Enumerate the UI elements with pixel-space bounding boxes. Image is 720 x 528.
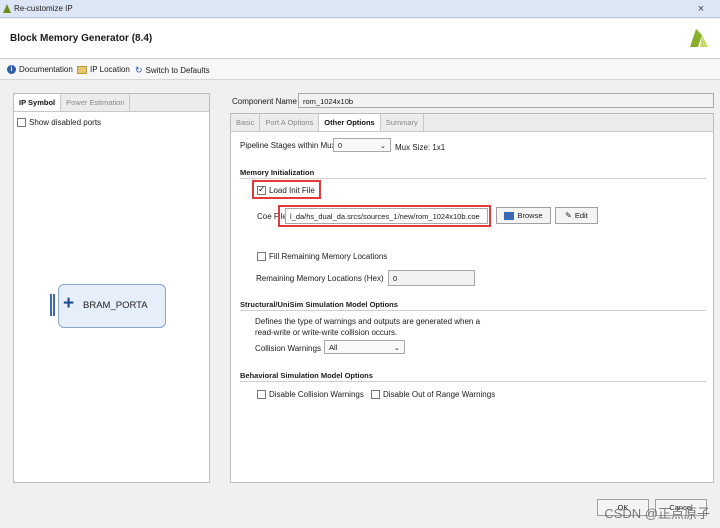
disable-collision-checkbox[interactable] [257,390,266,399]
tab-summary[interactable]: Summary [381,114,424,131]
mux-size-label: Mux Size: 1x1 [395,143,446,152]
tab-basic[interactable]: Basic [231,114,261,131]
disable-range-row[interactable]: Disable Out of Range Warnings [371,390,495,399]
switch-defaults-label: Switch to Defaults [145,66,210,75]
structural-title: Structural/UniSim Simulation Model Optio… [240,300,398,309]
collision-warnings-select[interactable]: All ⌄ [324,340,405,354]
tab-power-estimation[interactable]: Power Estimation [61,94,131,111]
memory-init-title: Memory Initialization [240,168,315,177]
coe-file-input[interactable]: l_da/hs_dual_da.srcs/sources_1/new/rom_1… [285,208,488,224]
pipeline-label: Pipeline Stages within Mux [240,141,336,150]
chevron-down-icon: ⌄ [393,342,400,352]
documentation-label: Documentation [19,65,73,74]
show-disabled-ports-row[interactable]: Show disabled ports [17,118,101,127]
pipeline-value: 0 [338,140,343,150]
refresh-icon: ↻ [135,65,143,75]
port-bus-lines [50,294,55,316]
watermark: CSDN @正点原子 [604,506,710,521]
show-disabled-ports-checkbox[interactable] [17,118,26,127]
window-titlebar: Re-customize IP × [0,0,720,18]
tab-ip-symbol[interactable]: IP Symbol [14,94,62,111]
left-tabs: IP Symbol Power Estimation [14,94,209,112]
tab-port-a-options[interactable]: Port A Options [260,114,320,131]
dialog-title: Block Memory Generator (8.4) [10,33,153,44]
structural-desc-line1: Defines the type of warnings and outputs… [255,317,481,326]
dialog-header: Block Memory Generator (8.4) [0,19,720,59]
ip-symbol-panel: IP Symbol Power Estimation Show disabled… [13,93,210,483]
remaining-locations-field[interactable]: 0 [388,270,475,286]
window-icon [3,4,11,13]
folder-open-icon [504,211,515,220]
divider [240,381,706,382]
disable-range-label: Disable Out of Range Warnings [383,390,496,399]
disable-collision-label: Disable Collision Warnings [269,390,364,399]
folder-icon [77,65,87,74]
tab-other-options[interactable]: Other Options [319,114,381,131]
component-name-label: Component Name [232,97,297,106]
structural-desc-line2: read-write or write-write collision occu… [255,328,398,337]
toolbar: i Documentation IP Location ↻ Switch to … [0,60,720,80]
load-init-label: Load Init File [269,186,315,195]
pencil-icon: ✎ [565,211,572,220]
collision-warnings-value: All [329,342,338,352]
disable-collision-row[interactable]: Disable Collision Warnings [257,390,364,399]
fill-remaining-label: Fill Remaining Memory Locations [269,252,388,261]
load-init-row[interactable]: Load Init File [257,184,315,195]
info-icon: i [7,65,16,74]
switch-defaults-link[interactable]: ↻ Switch to Defaults [135,65,210,76]
ip-location-link[interactable]: IP Location [77,65,130,74]
edit-label: Edit [574,211,588,220]
ip-location-label: IP Location [90,65,130,74]
documentation-link[interactable]: i Documentation [7,65,73,74]
load-init-checkbox[interactable] [257,184,266,195]
chevron-down-icon: ⌄ [379,140,386,150]
fill-remaining-row[interactable]: Fill Remaining Memory Locations [257,252,387,261]
xilinx-logo-icon [688,27,710,49]
divider [240,178,706,179]
collision-warnings-label: Collision Warnings [255,344,321,353]
pipeline-select[interactable]: 0 ⌄ [333,138,391,152]
fill-remaining-checkbox[interactable] [257,252,266,261]
behavioral-title: Behavioral Simulation Model Options [240,371,373,380]
disable-range-checkbox[interactable] [371,390,380,399]
divider [240,310,706,311]
port-label: BRAM_PORTA [83,300,148,311]
window-title: Re-customize IP [14,4,73,13]
bram-porta-port[interactable]: + BRAM_PORTA [58,284,166,328]
expand-plus-icon[interactable]: + [63,293,74,315]
edit-button[interactable]: ✎ Edit [555,207,598,224]
component-name-field[interactable]: rom_1024x10b [298,93,714,108]
browse-label: Browse [517,211,543,220]
close-icon[interactable]: × [688,2,714,16]
show-disabled-ports-label: Show disabled ports [29,118,102,127]
right-tabs: Basic Port A Options Other Options Summa… [231,114,713,132]
remaining-locations-label: Remaining Memory Locations (Hex) [256,274,384,283]
browse-button[interactable]: Browse [496,207,551,224]
